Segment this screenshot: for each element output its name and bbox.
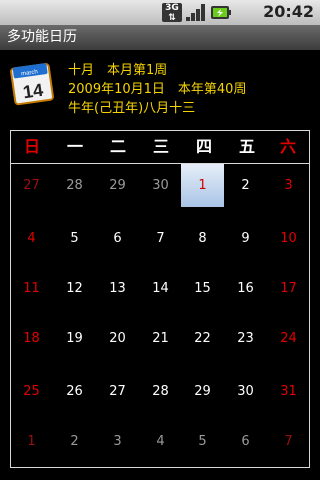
day-cell[interactable]: 30 xyxy=(224,370,267,413)
day-cell[interactable]: 31 xyxy=(267,370,310,413)
weekday-mon: 一 xyxy=(66,137,83,156)
day-cell[interactable]: 2 xyxy=(224,164,267,207)
day-cell[interactable]: 6 xyxy=(224,420,267,463)
calendar-icon: march 14 xyxy=(10,63,54,106)
day-cell[interactable]: 30 xyxy=(139,164,182,207)
weekday-header: 日 一 二 三 四 五 六 xyxy=(11,133,309,161)
date-info: 十月 本月第1周 2009年10月1日 本年第40周 牛年(己丑年)八月十三 xyxy=(68,61,246,118)
app-title-bar: 多功能日历 xyxy=(0,25,320,50)
day-cell[interactable]: 29 xyxy=(96,164,139,207)
weekday-wed: 三 xyxy=(152,137,169,156)
day-cell[interactable]: 3 xyxy=(267,164,310,207)
status-clock: 20:42 xyxy=(263,2,314,21)
day-cell[interactable]: 17 xyxy=(267,267,310,310)
day-cell[interactable]: 27 xyxy=(96,370,139,413)
lunar-date-text: 牛年(己丑年)八月十三 xyxy=(68,101,196,116)
network-3g-icon: 3G ⇅ xyxy=(162,3,182,23)
day-cell[interactable]: 11 xyxy=(10,267,53,310)
weekday-tue: 二 xyxy=(109,137,126,156)
day-cell[interactable]: 28 xyxy=(53,164,96,207)
day-cell[interactable]: 18 xyxy=(10,317,53,360)
day-cell[interactable]: 1 xyxy=(10,420,53,463)
day-cell[interactable]: 27 xyxy=(10,164,53,207)
status-bar: 3G ⇅ 20:42 xyxy=(0,0,320,25)
day-cell[interactable]: 24 xyxy=(267,317,310,360)
day-cell[interactable]: 28 xyxy=(139,370,182,413)
month-week-text: 十月 本月第1周 xyxy=(68,63,168,78)
day-cell[interactable]: 7 xyxy=(267,420,310,463)
weekday-sun: 日 xyxy=(23,137,40,156)
battery-charging-icon xyxy=(211,6,231,19)
day-cell[interactable]: 10 xyxy=(267,217,310,260)
day-cell[interactable]: 16 xyxy=(224,267,267,310)
day-cell[interactable]: 20 xyxy=(96,317,139,360)
day-cell[interactable]: 13 xyxy=(96,267,139,310)
day-cell[interactable]: 5 xyxy=(53,217,96,260)
signal-icon xyxy=(186,4,205,21)
day-cell-today[interactable]: 1 xyxy=(181,164,224,207)
day-cell[interactable]: 3 xyxy=(96,420,139,463)
day-cell[interactable]: 15 xyxy=(181,267,224,310)
day-cell[interactable]: 22 xyxy=(181,317,224,360)
day-cell[interactable]: 23 xyxy=(224,317,267,360)
day-cell[interactable]: 8 xyxy=(181,217,224,260)
full-date-text: 2009年10月1日 本年第40周 xyxy=(68,82,247,97)
weekday-fri: 五 xyxy=(238,137,255,156)
day-cell[interactable]: 21 xyxy=(139,317,182,360)
day-cell[interactable]: 4 xyxy=(139,420,182,463)
weekday-sat: 六 xyxy=(279,137,296,156)
day-cell[interactable]: 5 xyxy=(181,420,224,463)
day-cell[interactable]: 26 xyxy=(53,370,96,413)
day-cell[interactable]: 29 xyxy=(181,370,224,413)
day-cell[interactable]: 7 xyxy=(139,217,182,260)
day-cell[interactable]: 9 xyxy=(224,217,267,260)
weekday-thu: 四 xyxy=(195,137,212,156)
day-cell[interactable]: 12 xyxy=(53,267,96,310)
day-cell[interactable]: 6 xyxy=(96,217,139,260)
day-cell[interactable]: 19 xyxy=(53,317,96,360)
day-cell[interactable]: 4 xyxy=(10,217,53,260)
day-cell[interactable]: 2 xyxy=(53,420,96,463)
day-cell[interactable]: 14 xyxy=(139,267,182,310)
day-cell[interactable]: 25 xyxy=(10,370,53,413)
calendar-icon-day: 14 xyxy=(22,80,45,103)
